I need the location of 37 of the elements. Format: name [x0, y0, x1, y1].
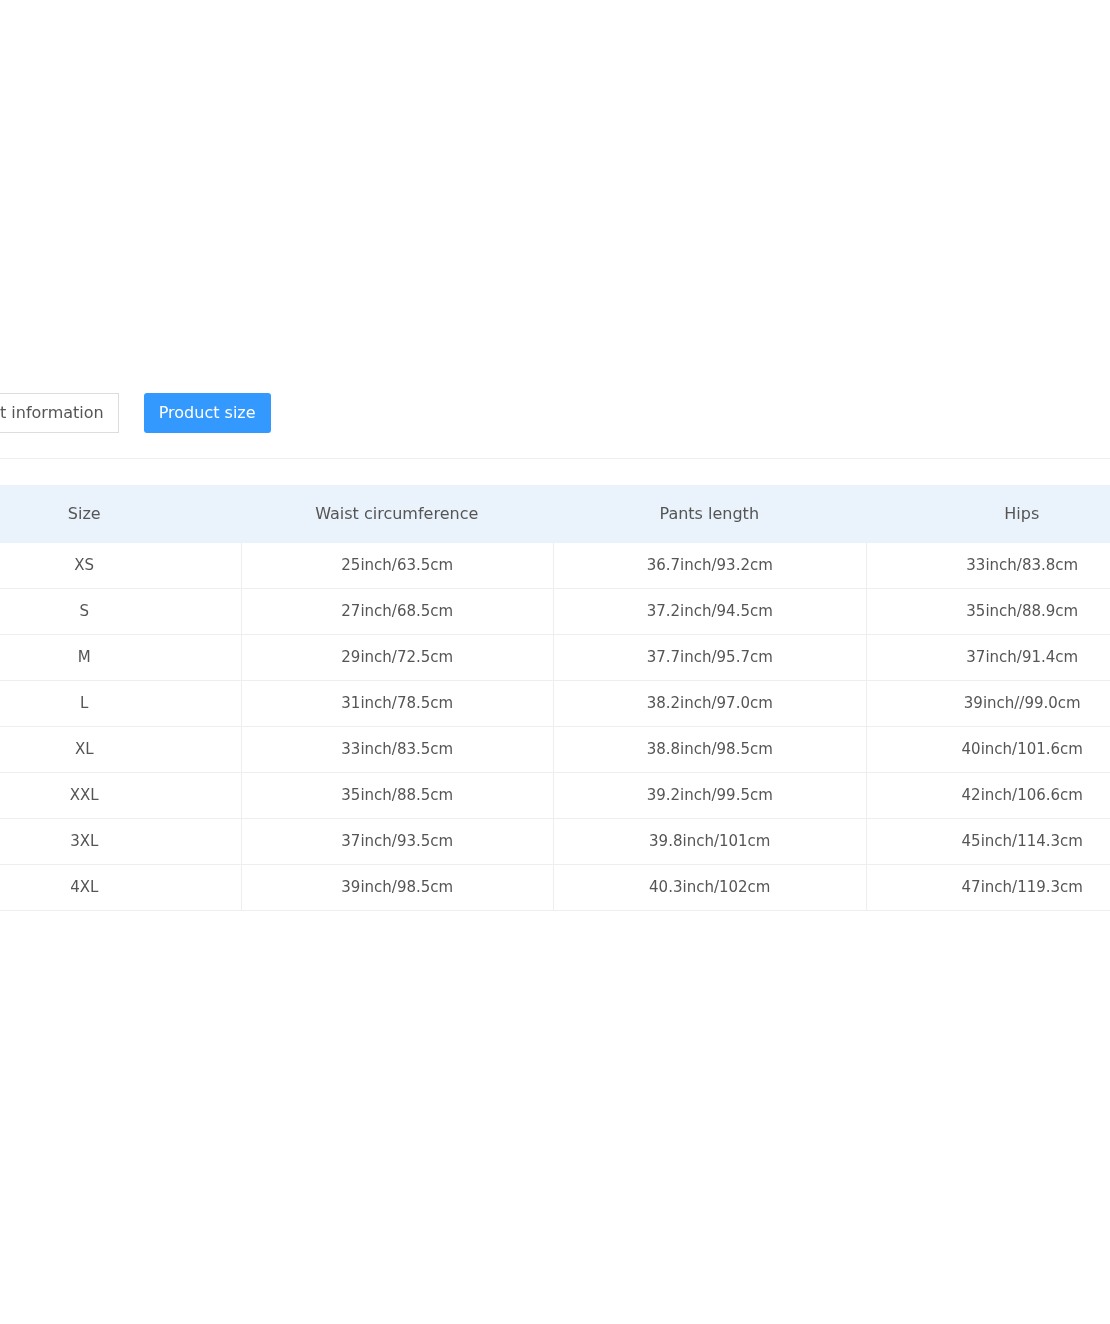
table-cell-text: XL	[74, 739, 94, 761]
table-cell-text: 47inch/119.3cm	[961, 877, 1083, 899]
table-cell-text: 37inch/91.4cm	[966, 647, 1079, 669]
table-cell-text: 40.3inch/102cm	[649, 877, 771, 899]
table-cell-text: 38.8inch/98.5cm	[646, 739, 773, 761]
table-cell-text: L	[80, 693, 89, 715]
table-cell-text: 27inch/68.5cm	[341, 601, 454, 623]
table-cell-text: M	[77, 647, 91, 669]
table-cell-text: 3XL	[70, 831, 99, 853]
table-cell-text: 35inch/88.5cm	[341, 785, 454, 807]
column-header: Hips	[1003, 503, 1041, 525]
table-cell-text: 29inch/72.5cm	[341, 647, 454, 669]
table-cell-text: 33inch/83.8cm	[966, 555, 1079, 577]
column-header: Pants length	[658, 503, 761, 525]
table-cell-text: 31inch/78.5cm	[341, 693, 454, 715]
table-cell-text: 36.7inch/93.2cm	[646, 555, 773, 577]
table-cell-text: 25inch/63.5cm	[341, 555, 454, 577]
table-cell-text: 39inch//99.0cm	[963, 693, 1081, 715]
column-header: Size	[66, 503, 102, 525]
tab[interactable]: t information	[0, 393, 119, 433]
table-cell-text: 39.8inch/101cm	[649, 831, 771, 853]
table-cell-text: XXL	[69, 785, 99, 807]
column-header: Waist circumference	[314, 503, 480, 525]
table-cell-text: 42inch/106.6cm	[961, 785, 1083, 807]
table-cell-text: 39.2inch/99.5cm	[646, 785, 773, 807]
table-cell-text: XS	[74, 555, 95, 577]
table-cell-text: 40inch/101.6cm	[961, 739, 1083, 761]
table-cell-text: 37inch/93.5cm	[341, 831, 454, 853]
table-cell-text: 38.2inch/97.0cm	[646, 693, 773, 715]
table-cell-text: 39inch/98.5cm	[341, 877, 454, 899]
table-cell-text: S	[79, 601, 89, 623]
table-cell-text: 4XL	[70, 877, 99, 899]
table-cell-text: 45inch/114.3cm	[961, 831, 1083, 853]
table-cell-text: 33inch/83.5cm	[341, 739, 454, 761]
table-cell-text: 37.7inch/95.7cm	[646, 647, 773, 669]
table-cell-text: 37.2inch/94.5cm	[646, 601, 773, 623]
table-cell-text: 35inch/88.9cm	[966, 601, 1079, 623]
